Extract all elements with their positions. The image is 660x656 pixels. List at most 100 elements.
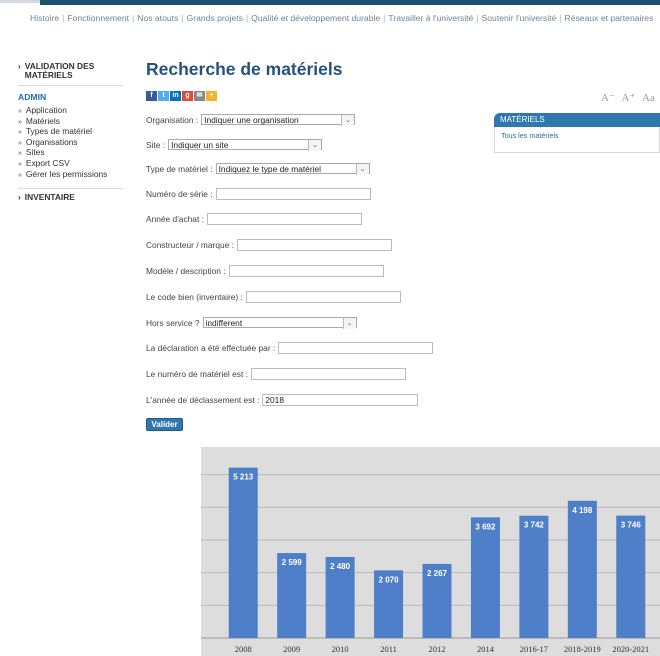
topnav-link[interactable]: Histoire [30, 13, 59, 23]
serie-label: Numéro de série : [146, 189, 213, 199]
type-value: Indiquez le type de matériel [218, 164, 322, 174]
google-plus-icon[interactable]: g [182, 91, 193, 101]
bar-2014 [470, 517, 500, 638]
bookmark-icon[interactable]: + [206, 91, 217, 101]
sidebar-item-permissions[interactable]: » Gérer les permissions [18, 168, 123, 181]
data-label: 5 213 [233, 473, 254, 482]
data-label: 2 070 [379, 575, 400, 584]
sidebar-item-label: Types de matériel [25, 126, 93, 137]
data-label: 3 742 [524, 521, 545, 530]
nav-separator: | [62, 13, 65, 23]
site-row: Site : Indiquer un site ⌄ [146, 139, 323, 151]
sidebar-validation-label: VALIDATION DES MATÉRIELS [24, 61, 95, 80]
email-icon[interactable]: ✉ [194, 91, 205, 101]
declassement-row: L'année de déclassement est : 2018 [146, 394, 419, 406]
declassement-input[interactable]: 2018 [262, 394, 419, 406]
x-tick-label: 2012 [429, 644, 446, 654]
all-materiels-link[interactable]: Tous les matériels [495, 127, 659, 144]
topnav-link[interactable]: Réseaux et partenaires [565, 13, 654, 23]
sidebar-item-label: Matériels [25, 115, 60, 126]
bar-2020-2021 [616, 515, 646, 638]
data-label: 3 746 [621, 521, 642, 530]
nav-separator: | [245, 13, 249, 23]
x-tick-label: 2011 [380, 644, 397, 654]
organisation-select[interactable]: Indiquer une organisation ⌄ [201, 114, 356, 126]
serie-input[interactable] [215, 188, 371, 200]
font-size-controls: A⁻ A⁺ Aa [597, 91, 655, 104]
declaration-input[interactable] [278, 342, 434, 354]
constructeur-label: Constructeur / marque : [146, 240, 234, 250]
site-select[interactable]: Indiquer un site ⌄ [168, 139, 323, 151]
chevron-right-icon: › [18, 192, 21, 203]
nav-separator: | [132, 13, 135, 23]
submit-button[interactable]: Valider [146, 418, 183, 431]
x-tick-label: 2008 [235, 644, 252, 654]
sidebar-admin-list: » Application » Matériels » Types de matéri… [18, 106, 123, 180]
topnav-link[interactable]: Travailler à l'université [388, 13, 473, 23]
top-accent-light [0, 0, 40, 3]
topnav-link[interactable]: Qualité et développement durable [251, 13, 380, 23]
data-label: 3 692 [475, 522, 496, 531]
sidebar: › VALIDATION DES MATÉRIELS ADMIN » Applica… [18, 62, 123, 202]
sidebar-item-label: Application [25, 105, 67, 115]
topnav-link[interactable]: Soutenir l'université [482, 13, 557, 23]
modele-label: Modèle / description : [146, 266, 226, 276]
sidebar-item-label: Gérer les permissions [25, 168, 108, 179]
sidebar-item-label: Sites [25, 147, 45, 158]
sidebar-item-validation[interactable]: › VALIDATION DES MATÉRIELS [18, 62, 123, 80]
panel-title: MATÉRIELS [494, 113, 660, 127]
top-accent-bar [0, 0, 660, 7]
sidebar-admin-heading: ADMIN [18, 85, 123, 102]
sidebar-item-label: Export CSV [25, 157, 70, 168]
modele-input[interactable] [228, 265, 384, 277]
twitter-icon[interactable]: t [158, 91, 169, 101]
double-chevron-icon: » [18, 139, 22, 147]
codebien-row: Le code bien (inventaire) : [146, 291, 401, 303]
font-larger-button[interactable]: A⁺ [622, 92, 636, 104]
chevron-down-icon: ⌄ [308, 140, 322, 151]
facebook-icon[interactable]: f [146, 91, 157, 101]
modele-row: Modèle / description : [146, 265, 384, 277]
sidebar-inventaire-label: INVENTAIRE [24, 192, 75, 203]
top-accent-dark [40, 0, 660, 5]
codebien-input[interactable] [245, 291, 401, 303]
declassement-label: L'année de déclassement est : [146, 395, 260, 405]
nav-separator: | [181, 13, 184, 23]
annee-input[interactable] [206, 213, 362, 225]
type-label: Type de matériel : [146, 163, 213, 174]
page-title: Recherche de matériels [146, 59, 343, 79]
topnav-link[interactable]: Fonctionnement [67, 13, 129, 23]
double-chevron-icon: » [18, 150, 22, 158]
type-select[interactable]: Indiquez le type de matériel ⌄ [215, 163, 370, 175]
nav-separator: | [383, 13, 386, 23]
site-label: Site : [146, 139, 166, 150]
double-chevron-icon: » [18, 108, 22, 115]
font-reset-button[interactable]: Aa [642, 92, 655, 104]
linkedin-icon[interactable]: in [170, 91, 181, 101]
bar-2018-2019 [567, 500, 597, 638]
panel-body: Tous les matériels [494, 127, 660, 153]
topnav-link[interactable]: Grands projets [187, 13, 243, 23]
chevron-down-icon: ⌄ [342, 318, 356, 329]
double-chevron-icon: » [18, 118, 22, 126]
materiels-panel: MATÉRIELS Tous les matériels [494, 113, 660, 153]
top-navigation: Histoire | Fonctionnement | Nos atouts | Grand… [30, 13, 653, 23]
data-label: 2 267 [427, 569, 448, 578]
numero-row: Le numéro de matériel est : [146, 368, 406, 380]
sidebar-item-inventaire[interactable]: › INVENTAIRE [18, 188, 123, 202]
nav-separator: | [476, 13, 479, 23]
topnav-link[interactable]: Nos atouts [137, 13, 178, 23]
numero-input[interactable] [250, 368, 406, 380]
serie-row: Numéro de série : [146, 188, 371, 200]
chevron-down-icon: ⌄ [355, 164, 369, 175]
constructeur-input[interactable] [236, 239, 392, 251]
bar-chart: 5 213 2008 2 599 2009 2 480 2010 2 070 2011 2 26… [201, 447, 660, 656]
hors-service-value: indifferent [205, 318, 243, 328]
font-smaller-button[interactable]: A⁻ [601, 92, 615, 104]
type-row: Type de matériel : Indiquez le type de m… [146, 163, 370, 175]
declaration-row: La déclaration a été effectuée par : [146, 342, 434, 354]
organisation-label: Organisation : [146, 114, 199, 125]
chevron-down-icon: ⌄ [341, 115, 355, 126]
nav-separator: | [559, 13, 562, 23]
hors-service-select[interactable]: indifferent ⌄ [202, 317, 357, 329]
